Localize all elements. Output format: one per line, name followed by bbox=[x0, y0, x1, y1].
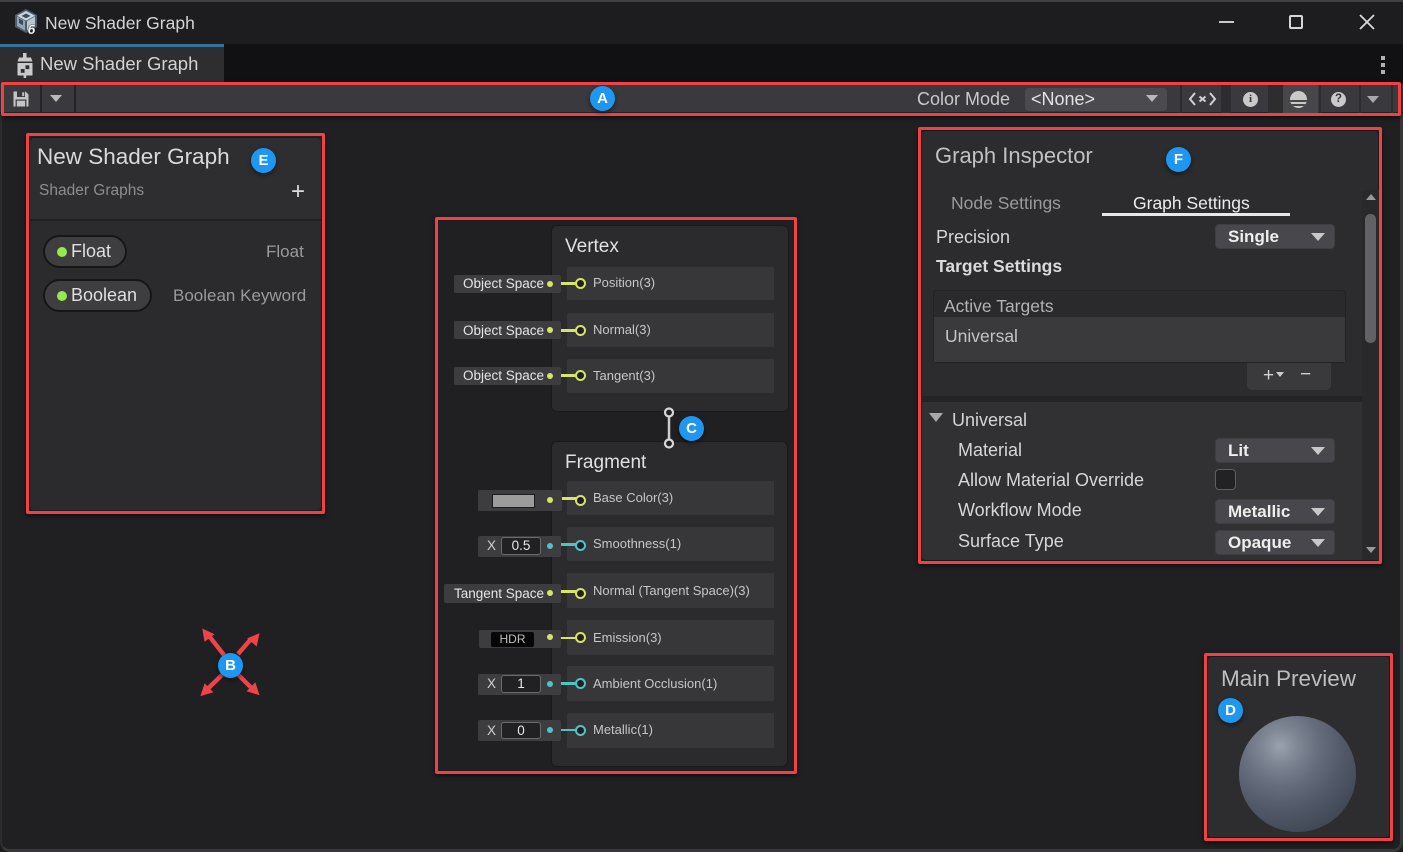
svg-text:6: 6 bbox=[28, 21, 36, 36]
